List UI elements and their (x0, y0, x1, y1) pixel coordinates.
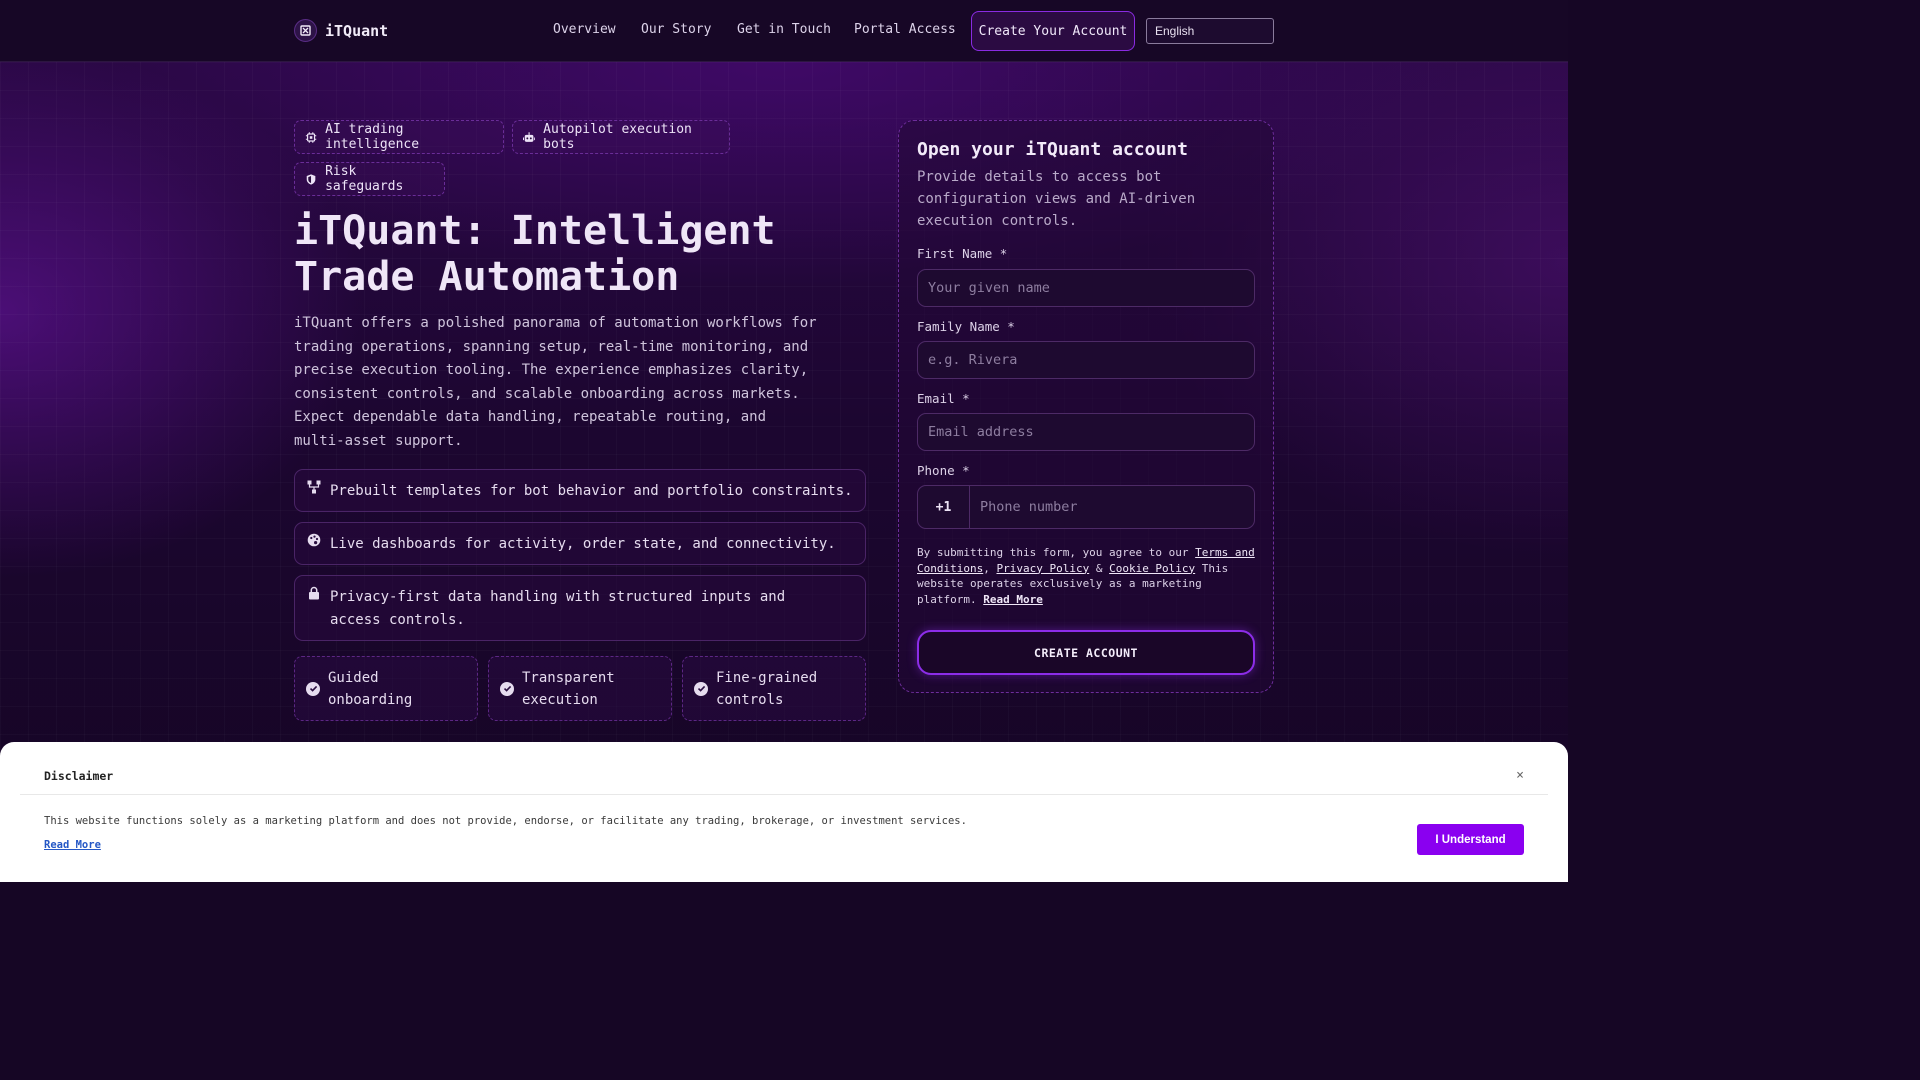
nav-our-story[interactable]: Our Story (641, 22, 711, 37)
disclaimer-banner: Disclaimer × This website functions sole… (0, 742, 1568, 882)
hero-description: iTQuant offers a polished panorama of au… (294, 315, 817, 449)
chip-label: Risk safeguards (325, 164, 404, 194)
lock-icon (309, 586, 319, 600)
shield-icon (306, 173, 316, 185)
create-account-nav-button[interactable]: Create Your Account (971, 11, 1135, 51)
feature-text: Live dashboards for activity, order stat… (330, 536, 836, 552)
first-name-input[interactable] (917, 269, 1255, 307)
chip-autopilot-bots: Autopilot execution bots (512, 120, 730, 154)
feature-templates: Prebuilt templates for bot behavior and … (294, 469, 866, 512)
check-circle-icon (694, 681, 708, 696)
chip-ai-trading: AI trading intelligence (294, 120, 504, 154)
chip-label: Autopilot execution bots (543, 122, 692, 152)
highlight-text: Guided onboarding (328, 669, 413, 708)
feature-text: Prebuilt templates for bot behavior and … (330, 483, 853, 499)
cookie-link[interactable]: Cookie Policy (1109, 562, 1195, 575)
brand-logo[interactable]: iTQuant (294, 19, 388, 42)
logo-icon (294, 19, 317, 42)
top-navbar: iTQuant Overview Our Story Get in Touch … (0, 0, 1568, 62)
highlight-text: Fine-grained controls (716, 669, 818, 708)
close-icon[interactable]: × (1512, 768, 1528, 783)
highlight-text: Transparent execution (522, 669, 615, 708)
chip-icon (305, 131, 317, 143)
form-subtitle: Provide details to access bot configurat… (917, 169, 1196, 229)
legal-comma: , (983, 561, 990, 575)
brand-name: iTQuant (325, 21, 389, 40)
signup-form-card: Open your iTQuant account Provide detail… (898, 120, 1274, 693)
read-more-link[interactable]: Read More (983, 593, 1043, 606)
disclaimer-read-more-link[interactable]: Read More (44, 839, 101, 851)
phone-country-code[interactable]: +1 (918, 486, 970, 528)
create-account-button[interactable]: CREATE ACCOUNT (917, 630, 1255, 675)
check-circle-icon (306, 681, 320, 696)
disclaimer-title: Disclaimer (44, 769, 114, 783)
feature-text: Privacy-first data handling with structu… (330, 589, 786, 628)
chip-label: AI trading intelligence (325, 122, 420, 152)
nav-overview[interactable]: Overview (553, 22, 616, 37)
legal-amp: & (1095, 561, 1103, 575)
phone-field: +1 (917, 485, 1255, 529)
nav-portal-access[interactable]: Portal Access (854, 22, 956, 37)
phone-label: Phone * (917, 463, 970, 478)
email-input[interactable] (917, 413, 1255, 451)
highlight-fine-grained-controls: Fine-grained controls (682, 656, 866, 721)
chip-risk-safeguards: Risk safeguards (294, 162, 445, 196)
check-circle-icon (500, 681, 514, 696)
form-title: Open your iTQuant account (917, 139, 1188, 160)
legal-prefix: By submitting this form, you agree to ou… (917, 546, 1189, 559)
nav-get-in-touch[interactable]: Get in Touch (737, 22, 831, 37)
feature-dashboards: Live dashboards for activity, order stat… (294, 522, 866, 565)
highlight-guided-onboarding: Guided onboarding (294, 656, 478, 721)
privacy-link[interactable]: Privacy Policy (996, 562, 1089, 575)
hierarchy-icon (307, 480, 321, 494)
disclaimer-text: This website functions solely as a marke… (44, 815, 967, 827)
page-title: iTQuant: Intelligent Trade Automation (294, 208, 854, 300)
highlight-transparent-execution: Transparent execution (488, 656, 672, 721)
email-label: Email * (917, 391, 970, 406)
i-understand-button[interactable]: I Understand (1417, 824, 1524, 855)
language-select[interactable]: English (1146, 18, 1274, 44)
feature-privacy: Privacy-first data handling with structu… (294, 575, 866, 641)
title-line-1: iTQuant: Intelligent (294, 208, 776, 254)
phone-input[interactable] (970, 486, 1254, 528)
family-name-input[interactable] (917, 341, 1255, 379)
title-line-2: Trade Automation (294, 254, 680, 300)
first-name-label: First Name * (917, 246, 1008, 261)
legal-notice: By submitting this form, you agree to ou… (917, 545, 1257, 607)
palette-icon (307, 533, 321, 547)
family-name-label: Family Name * (917, 319, 1015, 334)
robot-icon (523, 131, 536, 142)
divider (20, 794, 1548, 795)
